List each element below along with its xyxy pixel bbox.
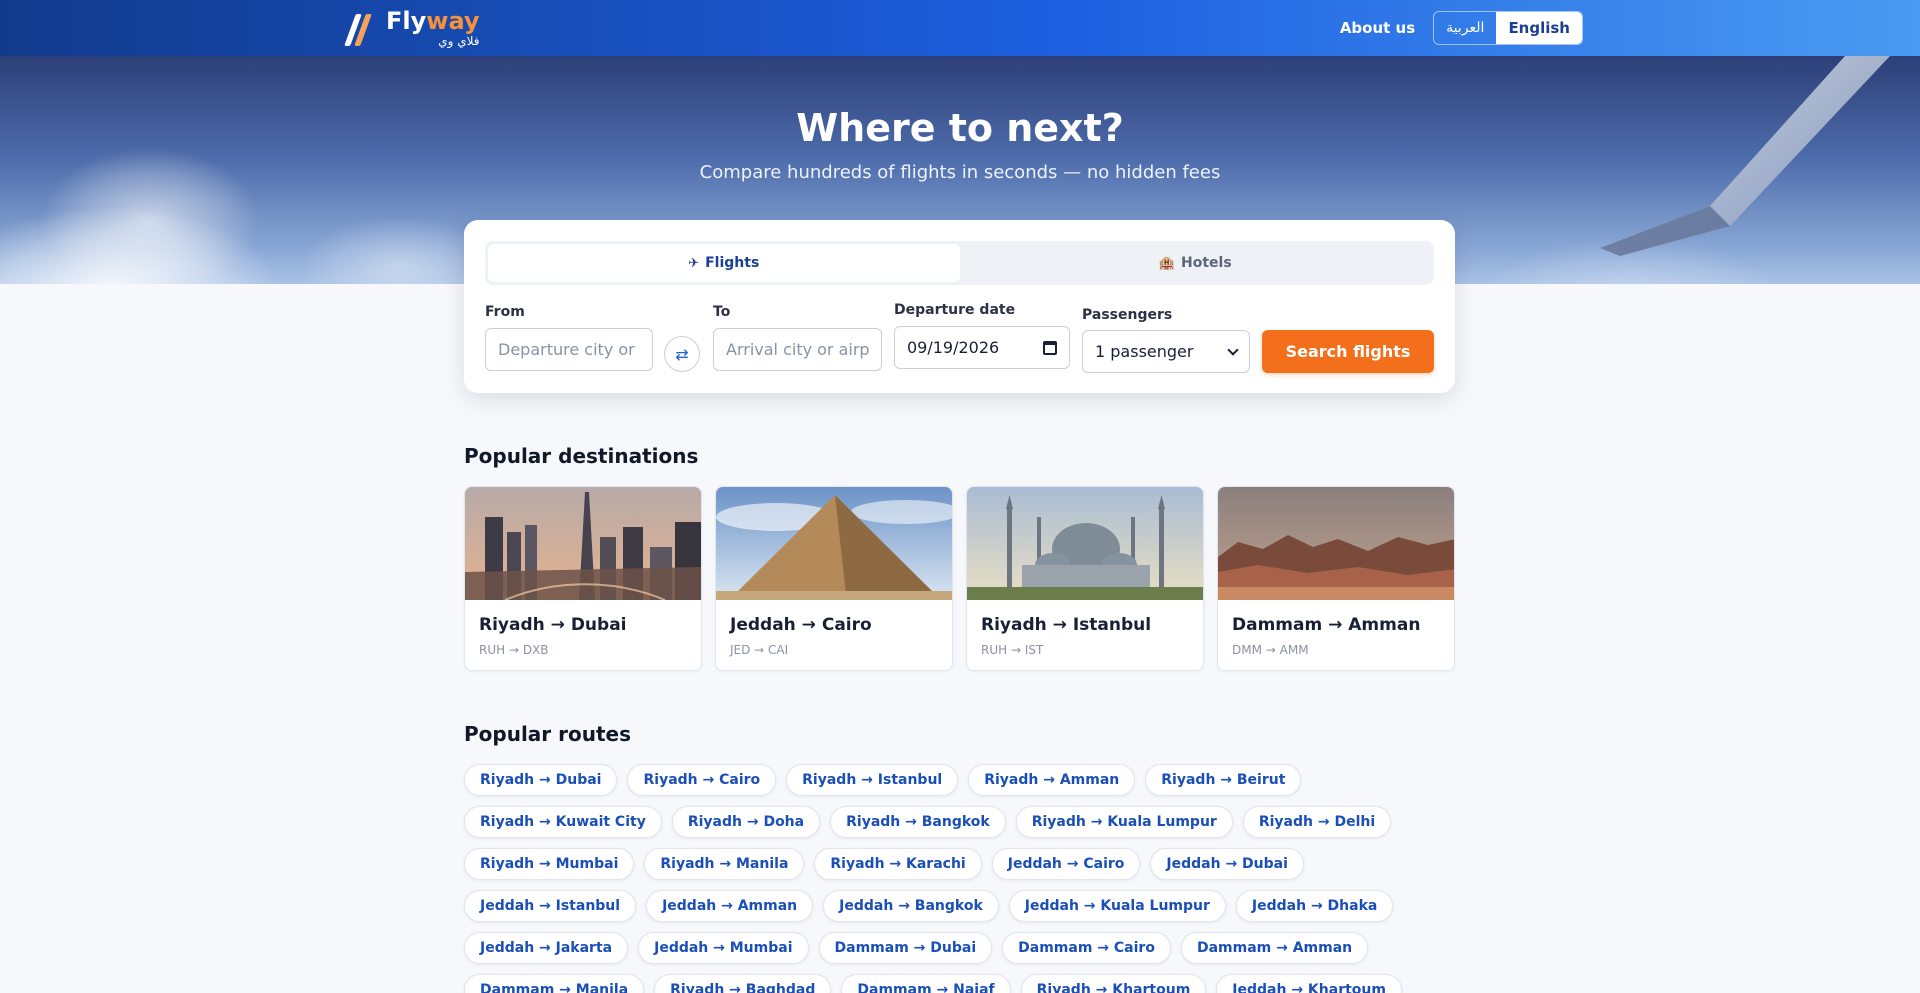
route-chip[interactable]: Riyadh → Baghdad (654, 974, 832, 993)
pyramid-image (716, 487, 952, 600)
route-row: Dammam → Manila Riyadh → Baghdad Dammam … (464, 974, 1464, 993)
top-navbar: Flyway فلاي وي About us العربية English (0, 0, 1920, 56)
about-us-link[interactable]: About us (1340, 19, 1415, 37)
calendar-icon[interactable] (1043, 340, 1057, 355)
route-chip[interactable]: Riyadh → Karachi (814, 848, 982, 880)
logo-text: Flyway فلاي وي (386, 8, 480, 48)
tab-flights[interactable]: ✈ Flights (488, 244, 960, 282)
search-flights-button[interactable]: Search flights (1262, 330, 1434, 373)
passengers-value: 1 passenger (1095, 342, 1194, 361)
route-row: Jeddah → Jakarta Jeddah → Mumbai Dammam … (464, 932, 1464, 964)
route-row: Riyadh → Dubai Riyadh → Cairo Riyadh → I… (464, 764, 1464, 796)
desert-image (1218, 487, 1454, 600)
route-chip[interactable]: Riyadh → Bangkok (830, 806, 1006, 838)
logo-mark-icon (344, 8, 372, 48)
route-chip[interactable]: Riyadh → Beirut (1145, 764, 1302, 796)
logo-word-fly: Fly (386, 7, 427, 35)
route-chip[interactable]: Riyadh → Doha (671, 806, 821, 838)
hero-subtitle: Compare hundreds of flights in seconds —… (699, 162, 1221, 183)
popular-routes-title: Popular routes (464, 722, 632, 746)
route-chip[interactable]: Jeddah → Jakarta (464, 932, 629, 964)
lang-english-button[interactable]: English (1496, 12, 1582, 44)
route-chip[interactable]: Riyadh → Khartoum (1020, 974, 1207, 993)
route-chip[interactable]: Dammam → Cairo (1002, 932, 1171, 964)
swap-icon[interactable]: ⇄ (664, 336, 700, 372)
chevron-down-icon (1227, 343, 1239, 356)
destination-card[interactable]: Jeddah → Cairo JED → CAI (715, 486, 953, 671)
destination-title: Riyadh → Istanbul (981, 615, 1152, 635)
route-chip[interactable]: Riyadh → Kuala Lumpur (1015, 806, 1233, 838)
to-label: To (713, 304, 731, 320)
airplane-icon: ✈ (688, 255, 700, 271)
destination-card[interactable]: Riyadh → Dubai RUH → DXB (464, 486, 702, 671)
route-chip[interactable]: Riyadh → Manila (644, 848, 805, 880)
route-chip[interactable]: Jeddah → Khartoum (1216, 974, 1402, 993)
search-tabs: ✈ Flights 🏨 Hotels (485, 241, 1434, 285)
logo-arabic-text: فلاي وي (438, 34, 480, 48)
header-nav: About us العربية English (1340, 11, 1583, 45)
tab-hotels-label: Hotels (1181, 255, 1232, 271)
tab-hotels[interactable]: 🏨 Hotels (960, 244, 1432, 282)
route-chip[interactable]: Riyadh → Delhi (1242, 806, 1392, 838)
dubai-skyline-image (465, 487, 701, 600)
route-chip[interactable]: Jeddah → Kuala Lumpur (1008, 890, 1226, 922)
route-chip[interactable]: Jeddah → Bangkok (823, 890, 999, 922)
from-input[interactable] (485, 328, 653, 371)
destination-title: Jeddah → Cairo (730, 615, 872, 635)
popular-routes-list: Riyadh → Dubai Riyadh → Cairo Riyadh → I… (464, 764, 1464, 993)
destination-code: DMM → AMM (1232, 643, 1309, 657)
language-switcher: العربية English (1433, 11, 1583, 45)
route-chip[interactable]: Riyadh → Dubai (464, 764, 618, 796)
route-chip[interactable]: Jeddah → Mumbai (638, 932, 809, 964)
mosque-image (967, 487, 1203, 600)
logo-wordmark: Flyway (386, 8, 480, 34)
hero-title: Where to next? (796, 106, 1124, 150)
route-row: Riyadh → Mumbai Riyadh → Manila Riyadh →… (464, 848, 1464, 880)
route-row: Jeddah → Istanbul Jeddah → Amman Jeddah … (464, 890, 1464, 922)
logo-word-way: way (426, 7, 480, 35)
destination-card[interactable]: Dammam → Amman DMM → AMM (1217, 486, 1455, 671)
destination-card[interactable]: Riyadh → Istanbul RUH → IST (966, 486, 1204, 671)
from-label: From (485, 304, 525, 320)
route-chip[interactable]: Dammam → Dubai (818, 932, 993, 964)
route-chip[interactable]: Dammam → Amman (1180, 932, 1369, 964)
route-chip[interactable]: Jeddah → Amman (646, 890, 814, 922)
date-label: Departure date (894, 302, 1016, 318)
passengers-label: Passengers (1082, 307, 1173, 323)
departure-date-value: 09/19/2026 (907, 338, 1000, 357)
route-chip[interactable]: Riyadh → Mumbai (464, 848, 635, 880)
popular-destinations-title: Popular destinations (464, 444, 699, 468)
to-input[interactable] (713, 328, 882, 371)
tab-flights-label: Flights (705, 255, 760, 271)
flyway-logo[interactable]: Flyway فلاي وي (344, 6, 480, 50)
destination-code: RUH → DXB (479, 643, 549, 657)
destination-code: RUH → IST (981, 643, 1044, 657)
destination-title: Riyadh → Dubai (479, 615, 627, 635)
destination-code: JED → CAI (730, 643, 789, 657)
route-chip[interactable]: Riyadh → Kuwait City (464, 806, 662, 838)
lang-arabic-button[interactable]: العربية (1434, 12, 1496, 44)
route-chip[interactable]: Riyadh → Istanbul (786, 764, 959, 796)
departure-date-field[interactable]: 09/19/2026 (894, 326, 1070, 369)
route-chip[interactable]: Riyadh → Amman (968, 764, 1136, 796)
route-row: Riyadh → Kuwait City Riyadh → Doha Riyad… (464, 806, 1464, 838)
route-chip[interactable]: Dammam → Manila (464, 974, 645, 993)
search-card: ✈ Flights 🏨 Hotels From ⇄ To Departure d… (464, 220, 1455, 393)
passengers-select[interactable]: 1 passenger (1082, 330, 1250, 373)
route-chip[interactable]: Riyadh → Cairo (627, 764, 777, 796)
hotel-icon: 🏨 (1158, 255, 1176, 271)
destination-title: Dammam → Amman (1232, 615, 1421, 635)
route-chip[interactable]: Dammam → Najaf (841, 974, 1011, 993)
route-chip[interactable]: Jeddah → Dhaka (1235, 890, 1394, 922)
route-chip[interactable]: Jeddah → Istanbul (464, 890, 637, 922)
route-chip[interactable]: Jeddah → Dubai (1150, 848, 1304, 880)
route-chip[interactable]: Jeddah → Cairo (991, 848, 1141, 880)
